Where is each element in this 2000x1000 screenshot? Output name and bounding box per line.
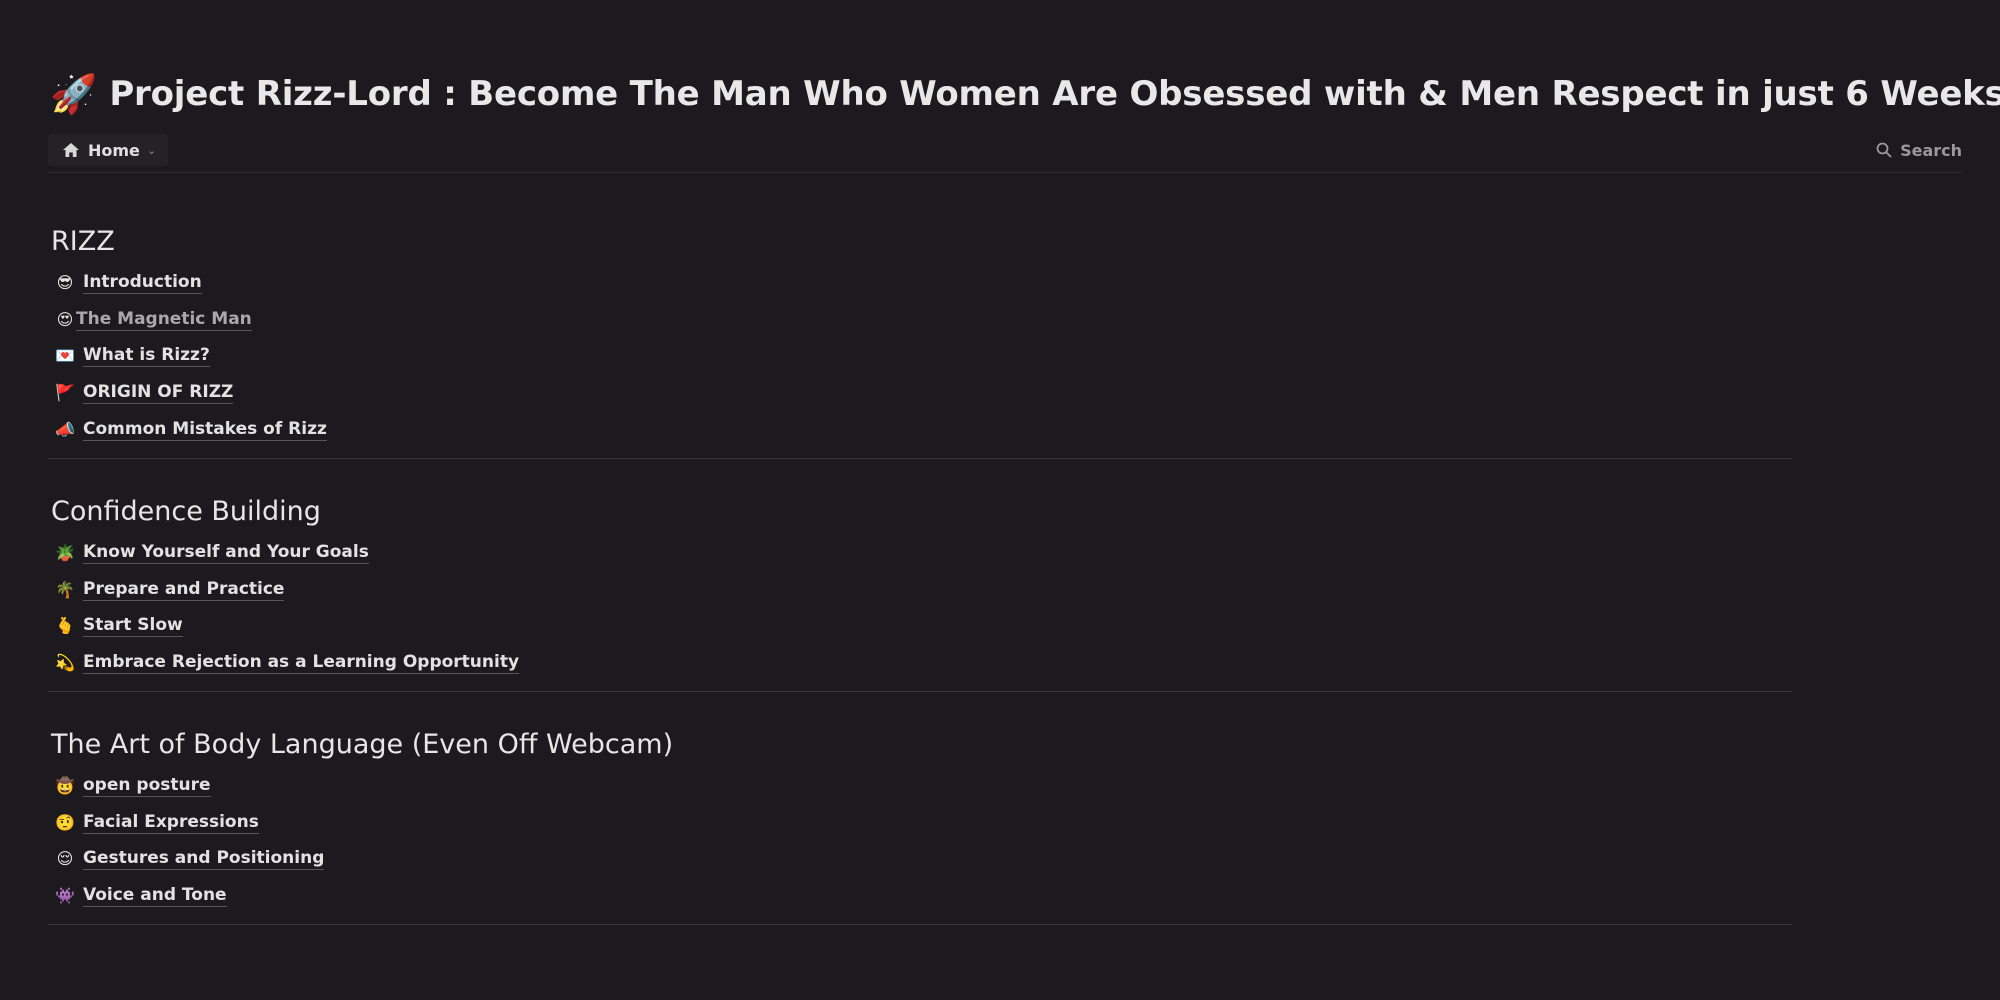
divider (48, 691, 1792, 693)
list-item: 🚩 ORIGIN OF RIZZ (50, 375, 1794, 412)
divider (48, 457, 1792, 459)
list-item: 🤨 Facial Expressions (50, 805, 1794, 842)
page-link-embrace-rejection[interactable]: Embrace Rejection as a Learning Opportun… (83, 652, 520, 675)
home-label: Home (88, 140, 140, 160)
page-link-voice-tone[interactable]: Voice and Tone (83, 885, 227, 908)
section-rizz: RIZZ 😎 Introduction 😍 The Magnetic Man 💌… (48, 226, 1794, 459)
list-item: 😎 Introduction (50, 265, 1794, 302)
list-item: 💌 What is Rizz? (50, 338, 1794, 375)
heart-eyes-icon: 😍 (56, 309, 74, 329)
cowboy-face-icon: 🤠 (55, 776, 75, 796)
list-item: 🪴 Know Yourself and Your Goals (50, 535, 1794, 572)
page-link-introduction[interactable]: Introduction (83, 272, 202, 295)
page-title: 🚀 Project Rizz-Lord : Become The Man Who… (50, 74, 2000, 114)
page-link-start-slow[interactable]: Start Slow (83, 615, 183, 638)
love-letter-icon: 💌 (55, 346, 75, 366)
section-heading: The Art of Body Language (Even Off Webca… (51, 729, 674, 760)
section-heading: RIZZ (51, 226, 115, 257)
page-link-what-is-rizz[interactable]: What is Rizz? (83, 345, 210, 368)
home-button[interactable]: Home ⌄ (48, 134, 169, 166)
section-confidence-building: Confidence Building 🪴 Know Yourself and … (48, 496, 1794, 693)
red-flag-icon: 🚩 (55, 383, 75, 403)
megaphone-icon: 📣 (55, 419, 75, 439)
list-item: 🤠 open posture (50, 768, 1794, 805)
palm-tree-icon: 🌴 (55, 579, 75, 599)
list-item: 📣 Common Mistakes of Rizz (50, 411, 1794, 448)
relieved-face-icon: 😌 (56, 849, 74, 869)
list-item: 😌 Gestures and Positioning (50, 841, 1794, 878)
page-title-text: Project Rizz-Lord : Become The Man Who W… (109, 74, 2000, 114)
section-heading: Confidence Building (51, 496, 321, 527)
chevron-down-icon: ⌄ (146, 143, 157, 157)
page-link-facial-expressions[interactable]: Facial Expressions (83, 812, 259, 834)
notion-page: 🚀 Project Rizz-Lord : Become The Man Who… (0, 0, 2000, 1000)
search-button[interactable]: Search (1876, 134, 1962, 166)
search-label: Search (1900, 140, 1962, 160)
potted-plant-icon: 🪴 (55, 543, 75, 563)
list-item: 👾 Voice and Tone (50, 878, 1794, 915)
search-icon (1876, 142, 1892, 158)
page-link-open-posture[interactable]: open posture (83, 775, 211, 798)
dizzy-star-icon: 💫 (55, 653, 75, 673)
top-navbar: Home ⌄ Search (48, 134, 1962, 173)
page-link-origin-of-rizz[interactable]: ORIGIN OF RIZZ (83, 382, 234, 405)
section-body-language: The Art of Body Language (Even Off Webca… (48, 729, 1794, 926)
page-link-prepare-practice[interactable]: Prepare and Practice (83, 579, 285, 601)
list-item: 🫰 Start Slow (50, 608, 1794, 645)
home-icon (63, 143, 79, 157)
finger-heart-icon: 🫰 (55, 616, 75, 636)
alien-monster-icon: 👾 (55, 886, 75, 906)
page-link-magnetic-man[interactable]: The Magnetic Man (76, 309, 252, 331)
list-item: 💫 Embrace Rejection as a Learning Opport… (50, 645, 1794, 682)
page-link-know-yourself[interactable]: Know Yourself and Your Goals (83, 542, 369, 565)
divider (48, 924, 1792, 926)
page-link-common-mistakes[interactable]: Common Mistakes of Rizz (83, 419, 327, 441)
raised-eyebrow-icon: 🤨 (55, 812, 75, 832)
list-item: 😍 The Magnetic Man (50, 302, 1794, 339)
sunglasses-icon: 😎 (56, 273, 74, 293)
rocket-icon: 🚀 (50, 72, 98, 116)
page-link-gestures-positioning[interactable]: Gestures and Positioning (83, 848, 325, 871)
list-item: 🌴 Prepare and Practice (50, 572, 1794, 609)
